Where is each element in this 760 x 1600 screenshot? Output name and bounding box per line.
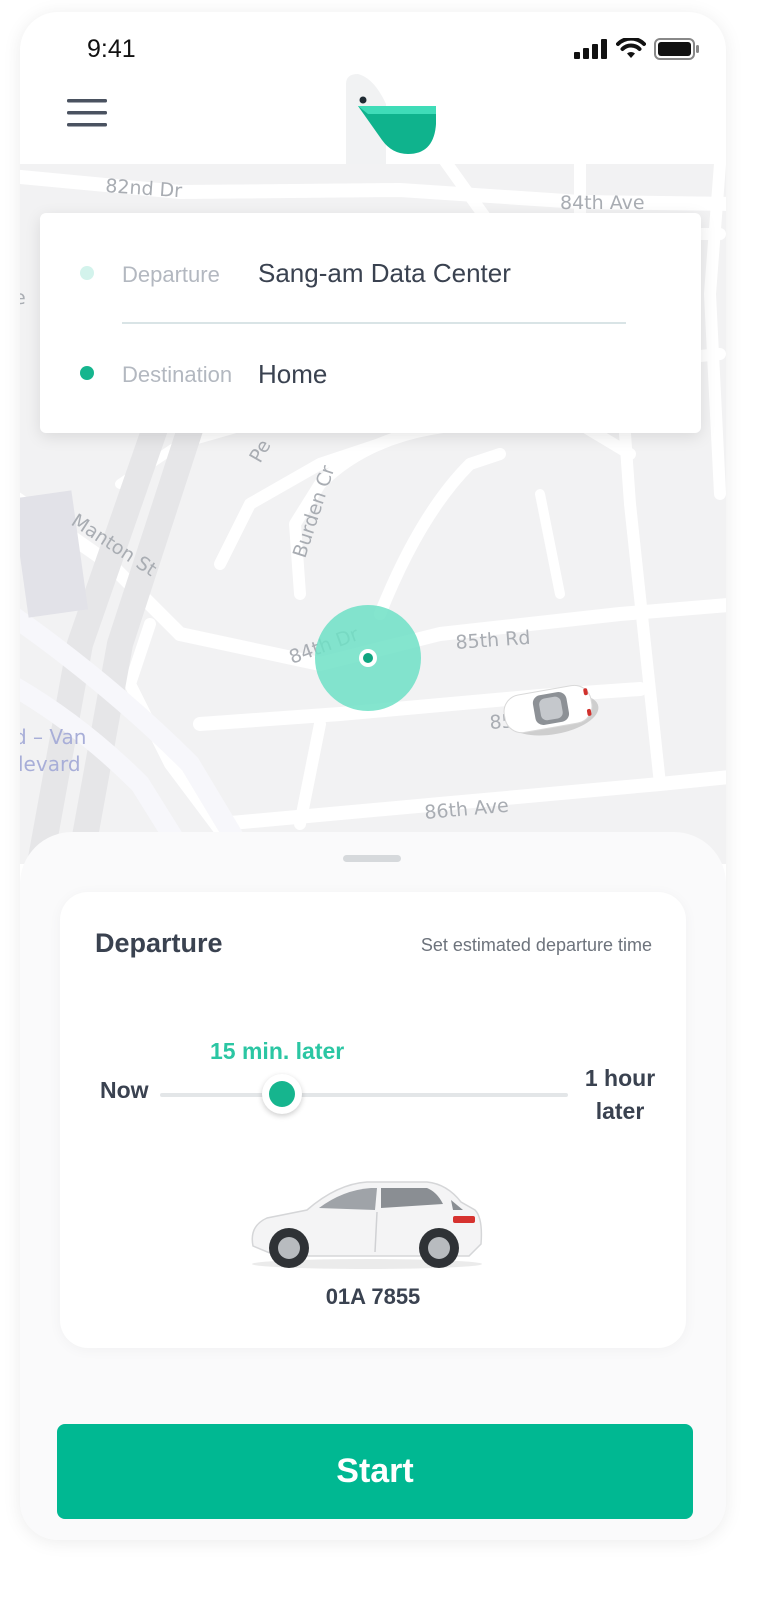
map-car-icon bbox=[503, 684, 599, 736]
destination-value[interactable]: Home bbox=[258, 359, 327, 390]
street-label: e bbox=[20, 287, 26, 309]
departure-label: Departure bbox=[122, 262, 220, 287]
street-label: Pe bbox=[245, 436, 275, 466]
time-slider-track[interactable] bbox=[160, 1093, 568, 1097]
battery-icon bbox=[654, 38, 699, 60]
street-label: levard bbox=[20, 752, 81, 776]
destination-row[interactable] bbox=[80, 353, 94, 393]
app-logo-icon bbox=[346, 74, 436, 164]
street-label: d – Van bbox=[20, 725, 86, 749]
departure-value[interactable]: Sang-am Data Center bbox=[258, 258, 511, 289]
route-card: Departure Sang-am Data Center Destinatio… bbox=[40, 213, 701, 433]
departure-title: Departure bbox=[95, 928, 223, 958]
app-header bbox=[20, 72, 726, 166]
departure-dot bbox=[80, 266, 94, 280]
street-label: 82nd Dr bbox=[105, 175, 183, 202]
menu-icon[interactable] bbox=[66, 96, 108, 130]
street-label: 84th Ave bbox=[560, 192, 645, 214]
street-label: 85th Rd bbox=[455, 627, 531, 654]
start-button[interactable]: Start bbox=[57, 1424, 693, 1519]
destination-dot bbox=[80, 366, 94, 380]
slider-value-label: 15 min. later bbox=[210, 1038, 345, 1064]
departure-row[interactable] bbox=[80, 253, 94, 293]
location-pin-icon bbox=[315, 605, 421, 711]
status-time: 9:41 bbox=[87, 35, 136, 63]
destination-label: Destination bbox=[122, 362, 233, 387]
sheet-handle[interactable] bbox=[343, 855, 401, 862]
vehicle-plate: 01A 7855 bbox=[325, 1284, 421, 1309]
route-divider bbox=[122, 322, 626, 324]
status-icons bbox=[574, 38, 700, 60]
slider-min-label: Now bbox=[100, 1077, 149, 1103]
bottom-sheet: Departure Set estimated departure time 1… bbox=[20, 832, 726, 1540]
departure-hint: Set estimated departure time bbox=[420, 935, 652, 955]
slider-max-label: 1 hour later bbox=[584, 1065, 656, 1124]
car-icon bbox=[251, 1181, 483, 1269]
time-slider-thumb[interactable] bbox=[262, 1074, 302, 1114]
phone-frame: 9:41 82nd Dr 84th Ave Pe Burden Cr Manto… bbox=[20, 12, 726, 1540]
signal-icon bbox=[574, 39, 607, 59]
departure-card: Departure Set estimated departure time 1… bbox=[60, 892, 686, 1348]
slider-thumb-fill bbox=[269, 1081, 295, 1107]
wifi-icon bbox=[616, 38, 646, 58]
